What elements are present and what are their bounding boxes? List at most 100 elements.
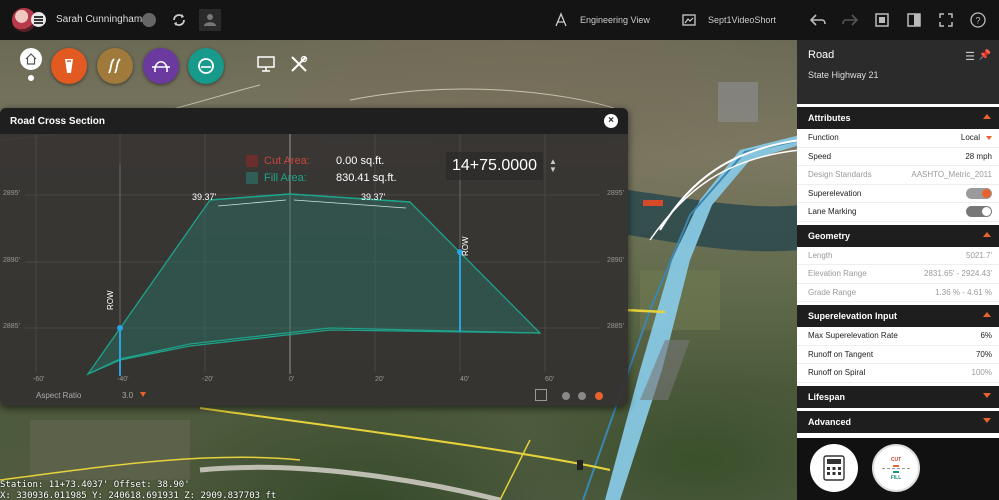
section-attributes[interactable]: Attributes: [797, 107, 999, 129]
property-label: Runoff on Tangent: [808, 349, 874, 359]
cut-area-label: Cut Area:: [264, 154, 310, 167]
help-icon[interactable]: ?: [962, 0, 994, 40]
section-superelevation-input[interactable]: Superelevation Input: [797, 305, 999, 327]
superelevation-toggle[interactable]: [966, 187, 992, 199]
property-row: Runoff on Tangent 70%: [797, 346, 999, 364]
road-tool-button[interactable]: [51, 48, 87, 84]
property-row: Elevation Range 2831.65' - 2924.43': [797, 265, 999, 284]
tools-icon[interactable]: [283, 48, 315, 80]
fill-area-region: [86, 193, 542, 376]
page-indicator-dot[interactable]: [578, 392, 586, 400]
function-select[interactable]: Local: [961, 133, 992, 142]
chevron-up-icon[interactable]: [983, 231, 991, 237]
row-label-left: ROW: [106, 290, 115, 310]
y-tick-label: 2885': [607, 323, 624, 330]
property-row: Max Superelevation Rate 6%: [797, 327, 999, 346]
property-label: Runoff on Spiral: [808, 368, 866, 378]
panel-toggle-icon[interactable]: [898, 0, 930, 40]
elevation-range-value: 2831.65' - 2924.43': [924, 269, 992, 279]
cut-area-row: Cut Area: 0.00 sq.ft.: [246, 152, 397, 169]
aspect-ratio-select[interactable]: 3.0: [122, 391, 133, 400]
project-icon[interactable]: [678, 9, 700, 31]
runoff-tangent-field[interactable]: 70%: [976, 350, 992, 359]
x-tick-label: 20': [375, 376, 385, 383]
runoff-spiral-field[interactable]: 100%: [972, 368, 992, 377]
redo-icon[interactable]: [834, 0, 866, 40]
section-lifespan[interactable]: Lifespan: [797, 385, 999, 408]
x-tick-label: -40': [117, 376, 129, 383]
property-label: Elevation Range: [808, 269, 867, 279]
sync-status-icon[interactable]: [138, 9, 160, 31]
close-icon[interactable]: ×: [604, 114, 618, 128]
row-marker-left-handle: [117, 325, 123, 331]
section-title: Geometry: [808, 230, 851, 241]
fill-indicator: [893, 471, 899, 473]
project-name[interactable]: Sept1VideoShort: [708, 15, 776, 25]
user-name: Sarah Cunningham: [56, 14, 143, 25]
chevron-down-icon[interactable]: [140, 392, 146, 397]
property-row: Grade Range 1.36 % - 4.61 %: [797, 284, 999, 302]
view-mode-label[interactable]: Engineering View: [580, 15, 650, 25]
fullscreen-icon[interactable]: [930, 0, 962, 40]
calculator-icon: [823, 455, 845, 481]
terrain-tool-button[interactable]: [97, 48, 133, 84]
panel-header[interactable]: Road Cross Section: [0, 108, 628, 134]
property-row: Design Standards AASHTO_Metric_2011: [797, 166, 999, 185]
chevron-up-icon[interactable]: [983, 312, 991, 317]
property-label: Design Standards: [808, 170, 872, 180]
properties-footer: CUT FILL: [797, 438, 999, 500]
lane-marking-toggle[interactable]: [966, 206, 992, 218]
page-indicator-dot-active[interactable]: [595, 392, 603, 400]
design-standards-value: AASHTO_Metric_2011: [911, 170, 992, 180]
account-menu-icon[interactable]: [31, 12, 46, 27]
length-value: 5021.7': [966, 250, 992, 260]
section-title: Advanced: [808, 416, 852, 427]
y-tick-label: 2895': [607, 190, 624, 197]
section-advanced[interactable]: Advanced: [797, 410, 999, 433]
chevron-down-icon[interactable]: [986, 136, 992, 141]
divider: [882, 468, 910, 469]
chevron-down-icon[interactable]: [983, 417, 991, 423]
presentation-icon[interactable]: [250, 48, 282, 80]
max-superelevation-field[interactable]: 6%: [980, 331, 992, 340]
fill-area-value: 830.41 sq.ft.: [336, 171, 397, 184]
section-title: Lifespan: [808, 391, 846, 402]
property-row: Lane Marking: [797, 203, 999, 222]
cut-label: CUT: [890, 457, 902, 463]
section-title: Attributes: [808, 113, 851, 123]
menu-icon[interactable]: ☰: [965, 50, 975, 63]
capture-icon[interactable]: [866, 0, 898, 40]
cut-indicator: [893, 465, 899, 467]
properties-subtitle: State Highway 21: [808, 70, 879, 80]
x-tick-label: -20': [202, 376, 214, 383]
road-cross-section-panel[interactable]: Road Cross Section × 2895' 2890' 2885' 2…: [0, 108, 628, 406]
cut-fill-button[interactable]: CUT FILL: [872, 444, 920, 492]
chevron-up-icon[interactable]: [983, 114, 991, 119]
aspect-ratio-label: Aspect Ratio: [36, 391, 82, 400]
station-stepper-arrows[interactable]: ▲ ▼: [549, 158, 557, 174]
cut-swatch: [246, 154, 258, 167]
undo-icon[interactable]: [802, 0, 834, 40]
station-input[interactable]: 14+75.0000: [446, 152, 543, 180]
pin-icon[interactable]: 📌: [979, 50, 991, 61]
station-stepper[interactable]: 14+75.0000 ▲ ▼: [446, 148, 598, 184]
y-tick-label: 2890': [607, 257, 624, 264]
speed-field[interactable]: 28 mph: [965, 152, 992, 161]
property-label: Speed: [808, 151, 832, 161]
bridge-tool-button[interactable]: [143, 48, 179, 84]
view-mode-icon[interactable]: [550, 9, 572, 31]
refresh-icon[interactable]: [168, 9, 190, 31]
cut-area-value: 0.00 sq.ft.: [336, 154, 385, 167]
calculator-button[interactable]: [810, 444, 858, 492]
chevron-down-icon[interactable]: [983, 392, 991, 398]
home-button[interactable]: [20, 48, 42, 70]
property-row: Superelevation: [797, 185, 999, 203]
grade-range-value: 1.36 % - 4.61 %: [935, 287, 992, 297]
x-tick-label: -60': [33, 376, 45, 383]
fit-view-icon[interactable]: [535, 389, 547, 401]
page-indicator-dot[interactable]: [562, 392, 570, 400]
collaborator-icon[interactable]: [199, 9, 221, 31]
drainage-tool-button[interactable]: [188, 48, 224, 84]
top-bar: Sarah Cunningham Engineering View Sept1V…: [0, 0, 999, 40]
section-geometry[interactable]: Geometry: [797, 224, 999, 247]
